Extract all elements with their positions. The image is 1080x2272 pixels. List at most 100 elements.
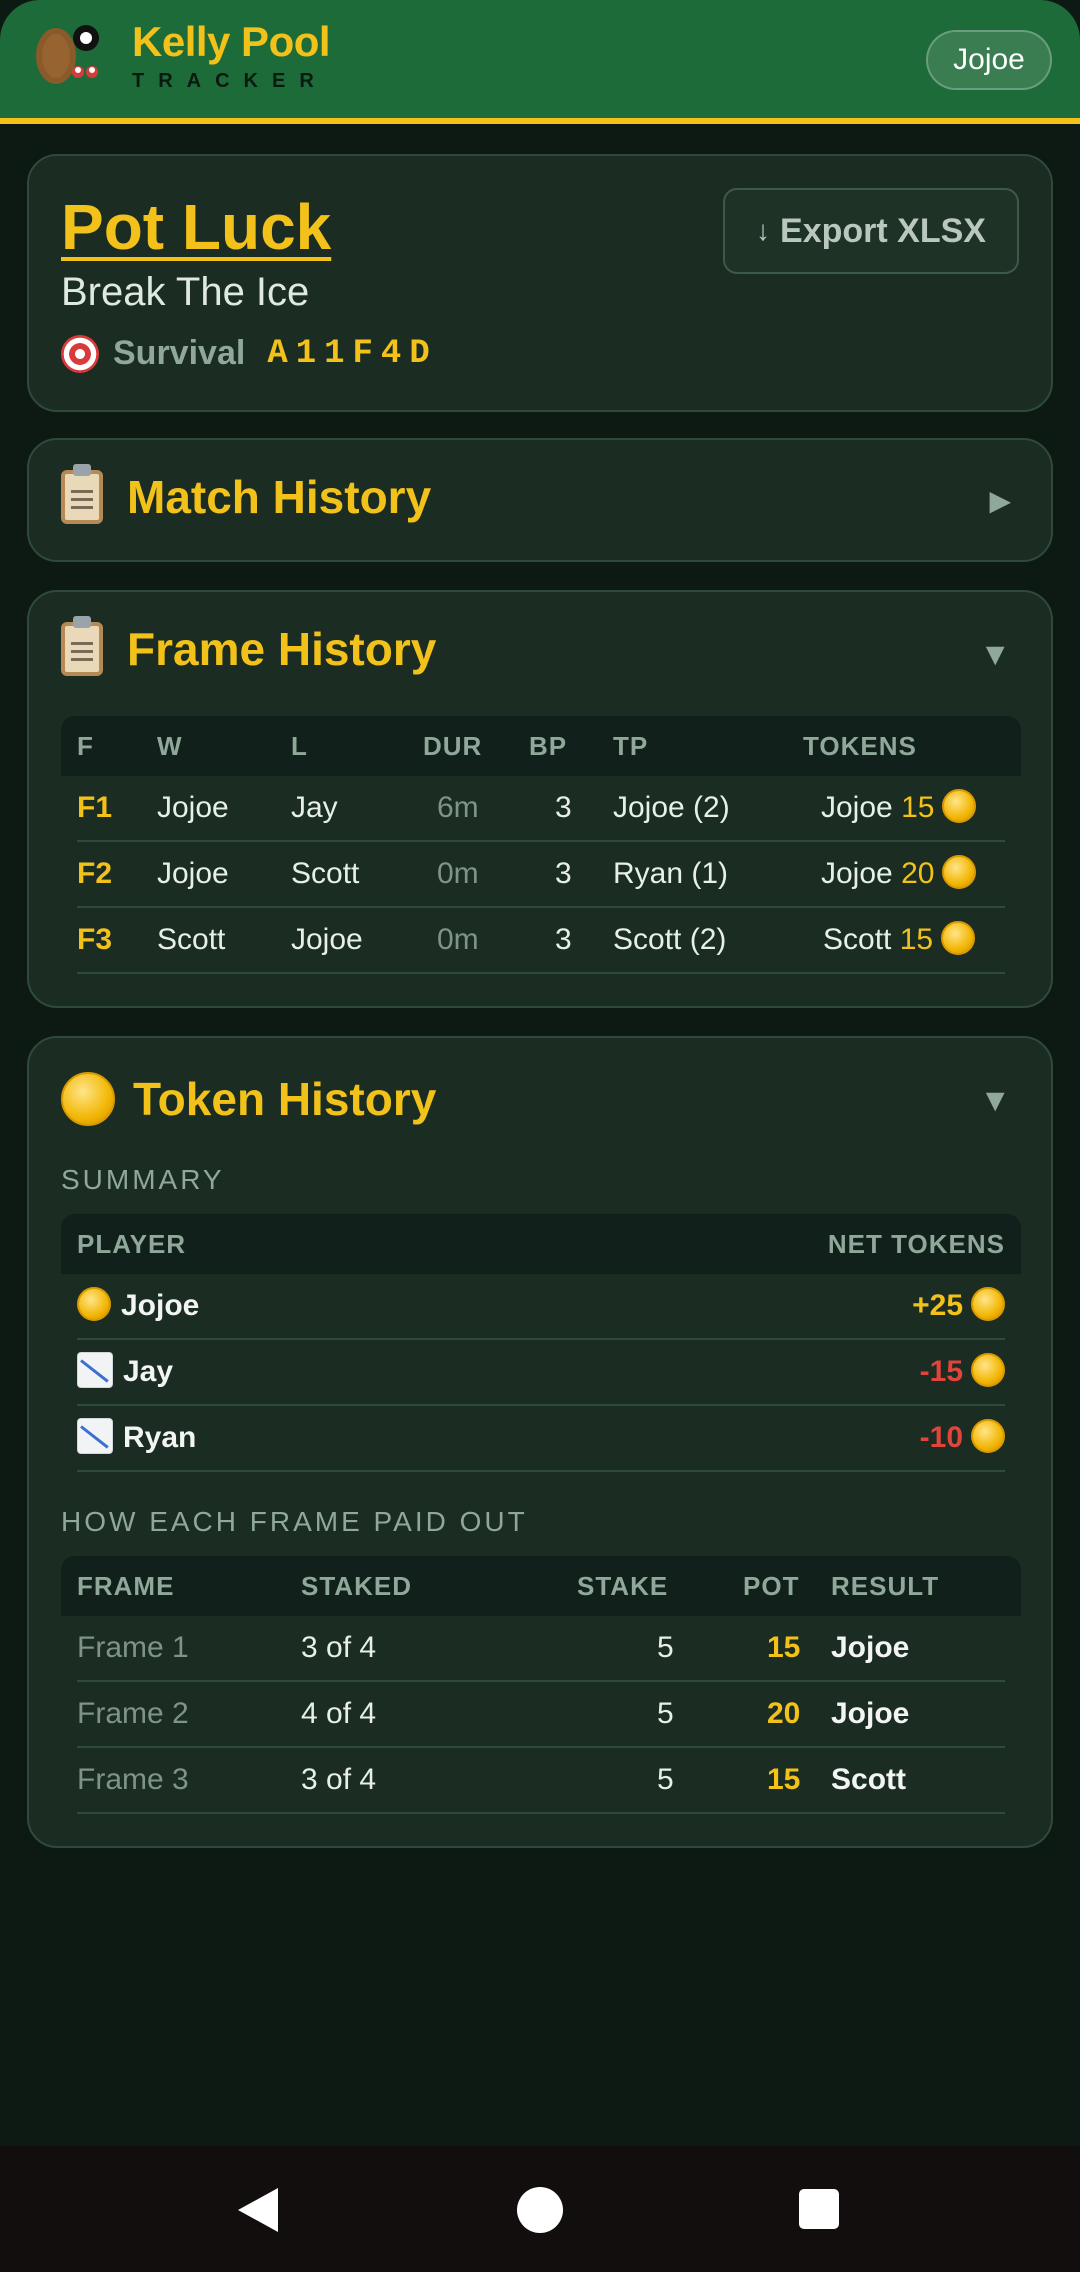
- chevron-right-icon[interactable]: ▶: [989, 484, 1011, 517]
- table-row: Jay -15: [77, 1340, 1005, 1406]
- winner: Jojoe: [157, 791, 229, 824]
- loser: Jay: [291, 791, 338, 824]
- system-nav-bar: [0, 2146, 1080, 2272]
- chevron-down-icon[interactable]: ▼: [979, 636, 1011, 673]
- frame-id: F2: [77, 857, 113, 890]
- pot: 15: [767, 1763, 801, 1796]
- export-xlsx-button[interactable]: ↓ Export XLSX: [723, 188, 1019, 274]
- coin-icon: [971, 1353, 1005, 1388]
- section-title: Token History: [133, 1073, 437, 1125]
- player-name: Jay: [123, 1355, 174, 1388]
- tokens: Jojoe 15: [821, 776, 977, 840]
- net-tokens: +25: [912, 1274, 1005, 1338]
- result: Jojoe: [831, 1631, 910, 1664]
- coin-icon: [61, 1072, 115, 1126]
- player-name: Jojoe: [121, 1289, 200, 1322]
- frame: Frame 2: [77, 1697, 189, 1730]
- stake: 5: [657, 1631, 674, 1664]
- pot: 15: [767, 1631, 801, 1664]
- col-frame: FRAME: [77, 1571, 175, 1601]
- tp: Jojoe (2): [613, 791, 730, 824]
- payout-label: HOW EACH FRAME PAID OUT: [61, 1506, 528, 1537]
- table-row: F3 Scott Jojoe 0m 3 Scott (2) Scott 15: [77, 908, 1005, 974]
- logo-icon: [36, 25, 99, 84]
- staked: 3 of 4: [301, 1763, 377, 1796]
- table-row: Frame 1 3 of 4 5 15 Jojoe: [77, 1616, 1005, 1682]
- token-history-header[interactable]: Token History: [61, 1072, 436, 1126]
- player: Jojoe: [77, 1274, 199, 1338]
- clipboard-icon: [61, 616, 103, 676]
- col-pot: POT: [743, 1571, 800, 1601]
- net-value: -10: [919, 1421, 963, 1454]
- table-row: Frame 3 3 of 4 5 15 Scott: [77, 1748, 1005, 1814]
- section-title: Frame History: [127, 623, 437, 675]
- winner: Scott: [157, 923, 226, 956]
- match-history-header[interactable]: Match History: [61, 464, 431, 524]
- col-net-tokens: NET TOKENS: [827, 1229, 1005, 1259]
- token-history-section: Token History ▼ SUMMARY PLAYER NET TOKEN…: [27, 1036, 1053, 1848]
- summary-label: SUMMARY: [61, 1164, 225, 1195]
- frame: Frame 1: [77, 1631, 189, 1664]
- result: Jojoe: [831, 1697, 910, 1730]
- table-row: F2 Jojoe Scott 0m 3 Ryan (1) Jojoe 20: [77, 842, 1005, 908]
- home-icon[interactable]: [517, 2187, 563, 2233]
- brand-title: Kelly Pool: [132, 18, 331, 65]
- staked: 3 of 4: [301, 1631, 377, 1664]
- app-header: Kelly Pool TRACKER Jojoe: [0, 0, 1080, 124]
- coin-icon: [941, 921, 976, 956]
- col-stake: STAKE: [577, 1571, 669, 1601]
- col-duration: DUR: [423, 731, 483, 761]
- back-icon[interactable]: [238, 2188, 278, 2232]
- col-winner: W: [157, 731, 183, 761]
- export-label: Export XLSX: [780, 211, 986, 250]
- frame-history-table: F W L DUR BP TP TOKENS F1 Jojoe Jay 6m 3…: [61, 716, 1021, 974]
- table-row: Jojoe +25: [77, 1274, 1005, 1340]
- token-amount: 15: [899, 923, 934, 956]
- token-amount: 15: [901, 791, 935, 824]
- net-tokens: -10: [920, 1406, 1005, 1470]
- tp: Scott (2): [613, 923, 727, 956]
- download-arrow-icon: ↓: [756, 215, 771, 246]
- table-header: FRAME STAKED STAKE POT RESULT: [61, 1556, 1021, 1616]
- player: Ryan: [77, 1406, 196, 1470]
- duration: 0m: [437, 857, 479, 890]
- frame-history-header[interactable]: Frame History: [61, 616, 437, 676]
- token-player: Scott: [823, 923, 892, 956]
- match-history-section[interactable]: Match History ▶: [27, 438, 1053, 562]
- table-row: F1 Jojoe Jay 6m 3 Jojoe (2) Jojoe 15: [77, 776, 1005, 842]
- mode-row: Survival A11F4D: [61, 334, 438, 373]
- match-title[interactable]: Pot Luck: [61, 190, 331, 264]
- col-frame: F: [77, 731, 94, 761]
- tokens: Scott 15: [823, 908, 976, 972]
- table-row: Frame 2 4 of 4 5 20 Jojoe: [77, 1682, 1005, 1748]
- frame-id: F1: [77, 791, 113, 824]
- game-mode: Survival: [113, 334, 246, 372]
- duration: 6m: [437, 791, 479, 824]
- recent-apps-icon[interactable]: [799, 2189, 839, 2229]
- chart-decreasing-icon: [77, 1352, 113, 1389]
- col-staked: STAKED: [301, 1571, 412, 1601]
- duration: 0m: [437, 923, 479, 956]
- brand-subtitle: TRACKER: [132, 70, 328, 92]
- net-tokens: -15: [920, 1340, 1005, 1404]
- coin-icon: [942, 789, 977, 824]
- staked: 4 of 4: [301, 1697, 377, 1730]
- coin-icon: [77, 1287, 111, 1322]
- match-subtitle: Break The Ice: [61, 270, 310, 314]
- token-player: Jojoe: [821, 857, 893, 890]
- net-value: -15: [919, 1355, 963, 1388]
- result: Scott: [831, 1763, 906, 1796]
- tp: Ryan (1): [613, 857, 729, 890]
- token-player: Jojoe: [821, 791, 893, 824]
- col-player: PLAYER: [77, 1229, 187, 1259]
- token-amount: 20: [901, 857, 935, 890]
- chevron-down-icon[interactable]: ▼: [979, 1082, 1011, 1119]
- coin-icon: [971, 1287, 1005, 1322]
- table-row: Ryan -10: [77, 1406, 1005, 1472]
- table-header: F W L DUR BP TP TOKENS: [61, 716, 1021, 776]
- stake: 5: [657, 1697, 674, 1730]
- bp: 3: [555, 857, 572, 890]
- loser: Jojoe: [291, 923, 363, 956]
- user-chip[interactable]: Jojoe: [926, 30, 1052, 90]
- match-code: A11F4D: [267, 334, 438, 373]
